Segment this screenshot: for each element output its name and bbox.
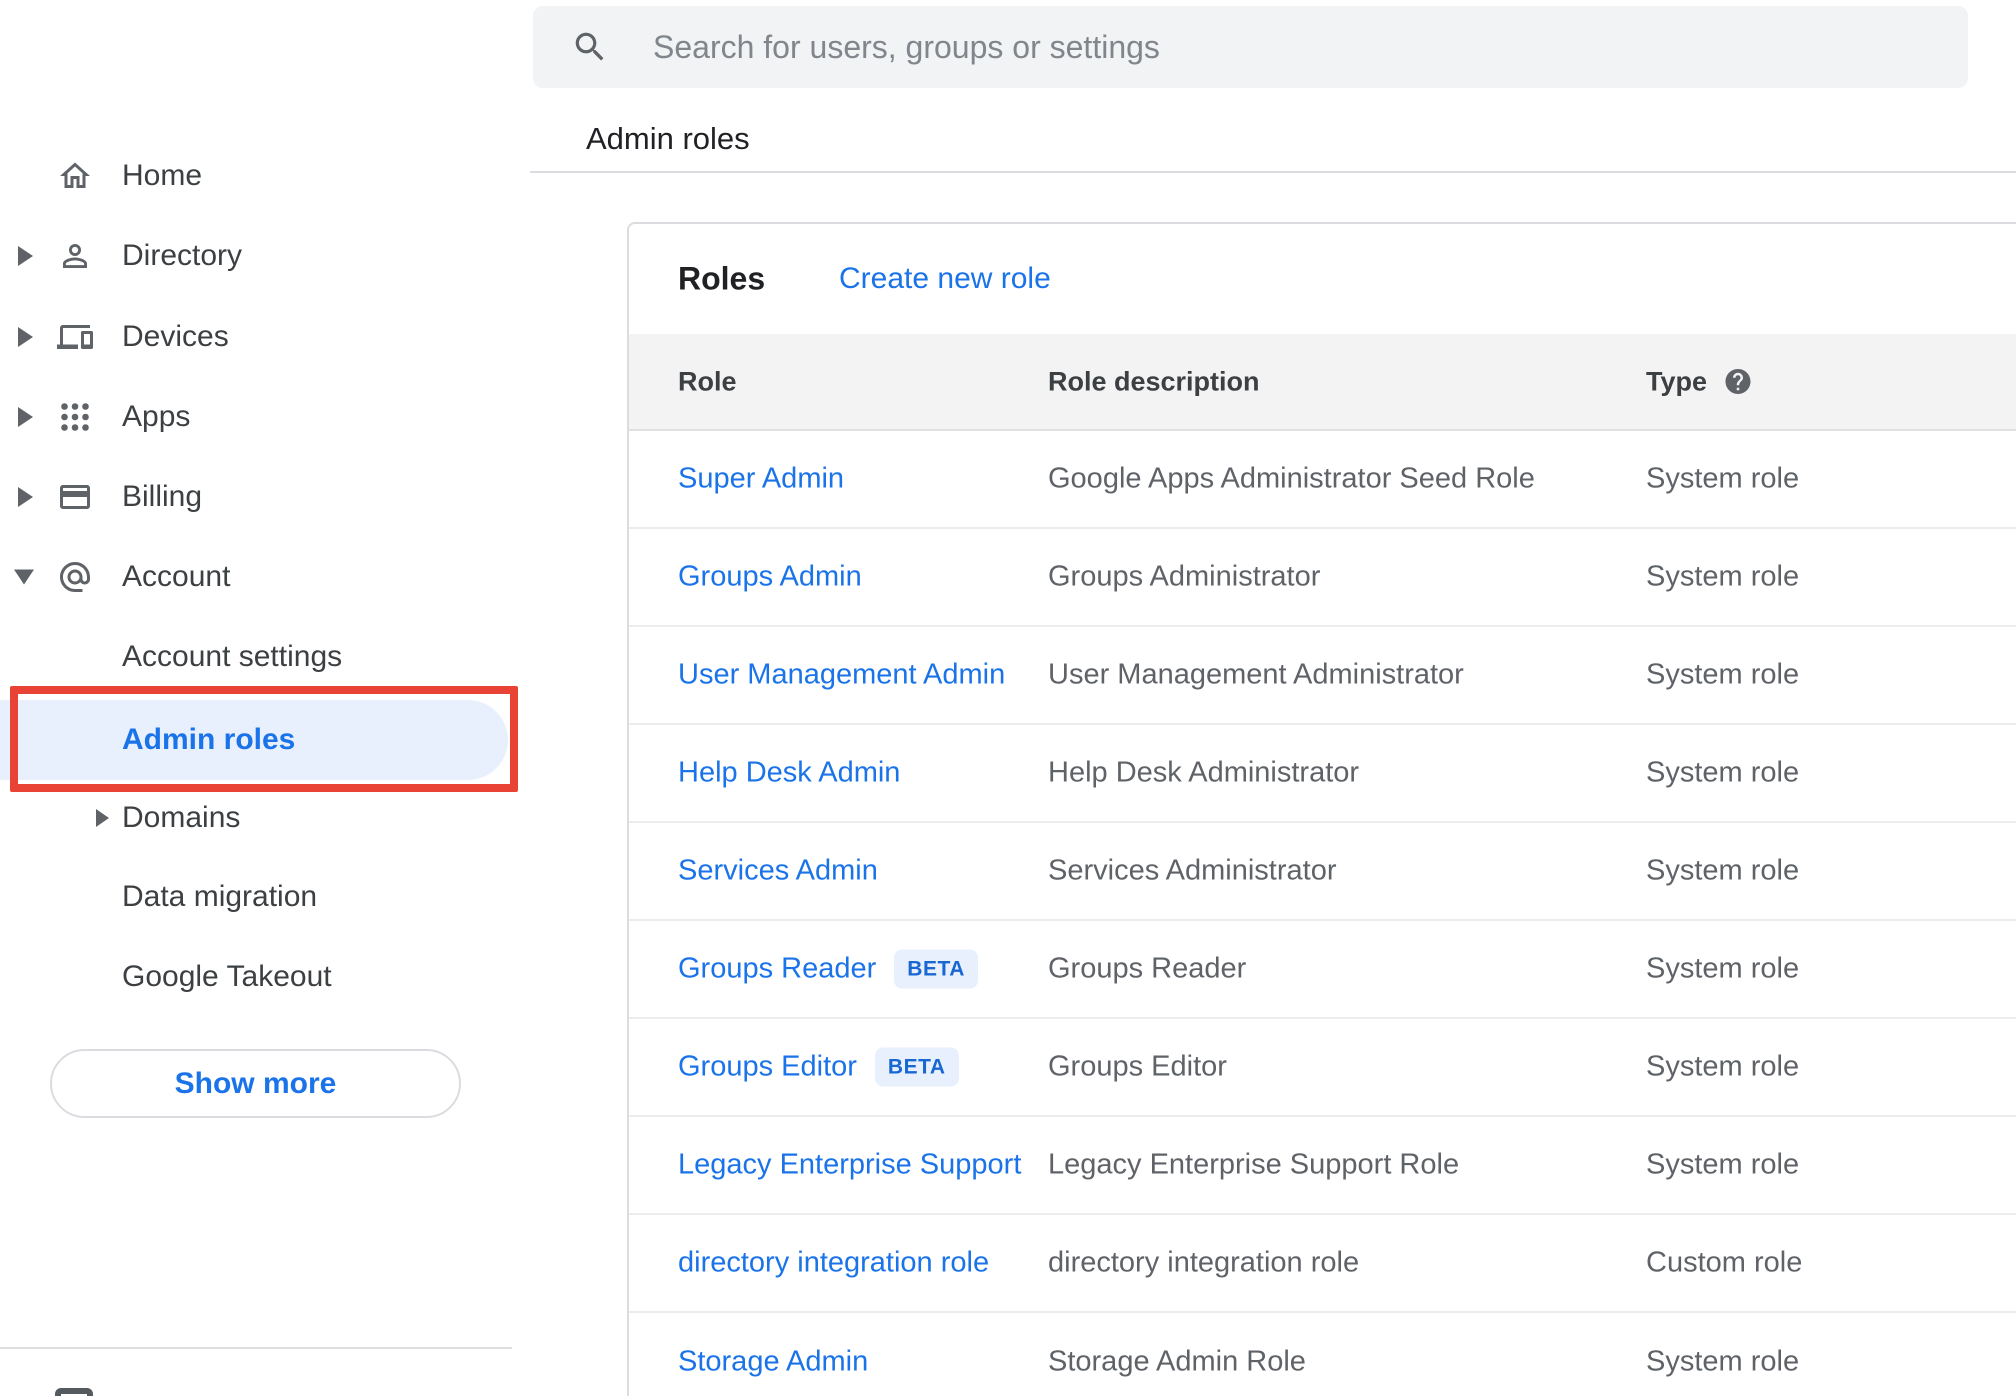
roles-card: Roles Create new role Role Role descript… [627,222,2016,1396]
clipped-device-icon [55,1388,93,1396]
role-type: System role [1646,1345,1800,1378]
role-link[interactable]: Groups Admin [678,561,862,594]
table-row: Groups Admin Groups Administrator System… [629,529,2016,627]
role-link[interactable]: Groups Reader [678,953,876,986]
role-link[interactable]: User Management Admin [678,659,1005,692]
person-icon [57,238,93,274]
search-icon [575,32,604,61]
sidebar-divider [0,1347,512,1349]
sidebar-item-label: Admin roles [122,723,296,756]
credit-card-icon [57,479,93,515]
role-link[interactable]: Groups Editor [678,1051,857,1084]
table-row: Services Admin Services Administrator Sy… [629,823,2016,921]
create-new-role-link[interactable]: Create new role [839,262,1051,296]
role-type: Custom role [1646,1246,1803,1279]
sidebar-item-label: Data migration [122,880,318,913]
role-type: System role [1646,658,1800,691]
expand-arrow-icon[interactable] [18,407,33,427]
role-link[interactable]: Super Admin [678,463,844,496]
column-header-description: Role description [1048,366,1260,396]
role-description: Groups Reader [1048,952,1247,985]
role-description: Services Administrator [1048,854,1337,887]
collapse-arrow-icon[interactable] [14,569,34,585]
sidebar-item-label: Domains [122,801,241,834]
role-link[interactable]: Help Desk Admin [678,757,900,790]
home-icon [57,158,93,194]
sidebar-item-billing[interactable]: Billing [0,457,529,537]
role-link[interactable]: Services Admin [678,855,878,888]
table-header-row: Role Role description Type [629,334,2016,431]
sidebar-item-devices[interactable]: Devices [0,297,529,377]
role-type: System role [1646,1050,1800,1083]
role-description: Help Desk Administrator [1048,756,1360,789]
sidebar-item-domains[interactable]: Domains [0,778,529,858]
table-row: Groups Reader BETA Groups Reader System … [629,921,2016,1019]
sidebar-item-label: Home [122,159,203,192]
sidebar-item-data-migration[interactable]: Data migration [0,857,529,937]
expand-arrow-icon[interactable] [18,246,33,266]
role-link[interactable]: Storage Admin [678,1346,868,1379]
expand-arrow-icon[interactable] [18,327,33,347]
sidebar-item-label: Account [122,560,231,593]
at-sign-icon [57,559,93,595]
sidebar-item-google-takeout[interactable]: Google Takeout [0,937,529,1017]
role-description: Legacy Enterprise Support Role [1048,1148,1460,1181]
sidebar-item-label: Devices [122,320,229,353]
beta-badge: BETA [874,1047,959,1087]
table-row: User Management Admin User Management Ad… [629,627,2016,725]
table-row: directory integration role directory int… [629,1215,2016,1313]
role-type: System role [1646,560,1800,593]
beta-badge: BETA [894,949,978,989]
sidebar-item-label: Apps [122,400,191,433]
sidebar-item-label: Directory [122,239,243,272]
expand-arrow-icon[interactable] [18,487,33,507]
role-type: System role [1646,756,1800,789]
devices-icon [57,319,93,355]
role-description: Storage Admin Role [1048,1345,1306,1378]
show-more-button[interactable]: Show more [50,1049,461,1118]
sidebar-item-home[interactable]: Home [0,136,529,216]
roles-card-header: Roles Create new role [629,224,2016,334]
sidebar-item-apps[interactable]: Apps [0,377,529,457]
column-header-type: Type [1646,366,1753,397]
sidebar-item-account-settings[interactable]: Account settings [0,617,529,697]
sidebar-item-label: Billing [122,480,203,513]
table-row: Groups Editor BETA Groups Editor System … [629,1019,2016,1117]
role-type: System role [1646,854,1800,887]
help-icon[interactable] [1723,367,1753,397]
role-description: Google Apps Administrator Seed Role [1048,462,1535,495]
sidebar-item-label: Google Takeout [122,960,332,993]
table-row: Super Admin Google Apps Administrator Se… [629,431,2016,529]
role-description: directory integration role [1048,1246,1360,1279]
role-description: User Management Administrator [1048,658,1464,691]
sidebar-item-account[interactable]: Account [0,537,529,617]
role-type: System role [1646,1148,1800,1181]
table-row: Help Desk Admin Help Desk Administrator … [629,725,2016,823]
role-description: Groups Editor [1048,1050,1227,1083]
role-type: System role [1646,952,1800,985]
apps-grid-icon [57,399,93,435]
search-input[interactable] [651,27,1968,67]
table-row: Storage Admin Storage Admin Role System … [629,1313,2016,1396]
role-type: System role [1646,462,1800,495]
breadcrumb: Admin roles [586,121,750,156]
sidebar-item-admin-roles[interactable]: Admin roles [0,700,529,780]
role-link[interactable]: directory integration role [678,1247,989,1280]
role-description: Groups Administrator [1048,560,1321,593]
sidebar-nav: Home Directory Devices Apps Billing Acco… [0,0,529,1396]
card-title: Roles [678,260,766,297]
search-bar[interactable] [533,6,1968,88]
admin-console-screen: Admin Admin roles Home Directory [0,0,2016,1396]
table-row: Legacy Enterprise Support Legacy Enterpr… [629,1117,2016,1215]
sidebar-item-label: Account settings [122,640,343,673]
expand-arrow-icon[interactable] [96,809,109,827]
sidebar-item-directory[interactable]: Directory [0,216,529,296]
header-divider [530,171,2016,173]
column-header-role: Role [678,366,737,396]
role-link[interactable]: Legacy Enterprise Support [678,1149,1021,1182]
